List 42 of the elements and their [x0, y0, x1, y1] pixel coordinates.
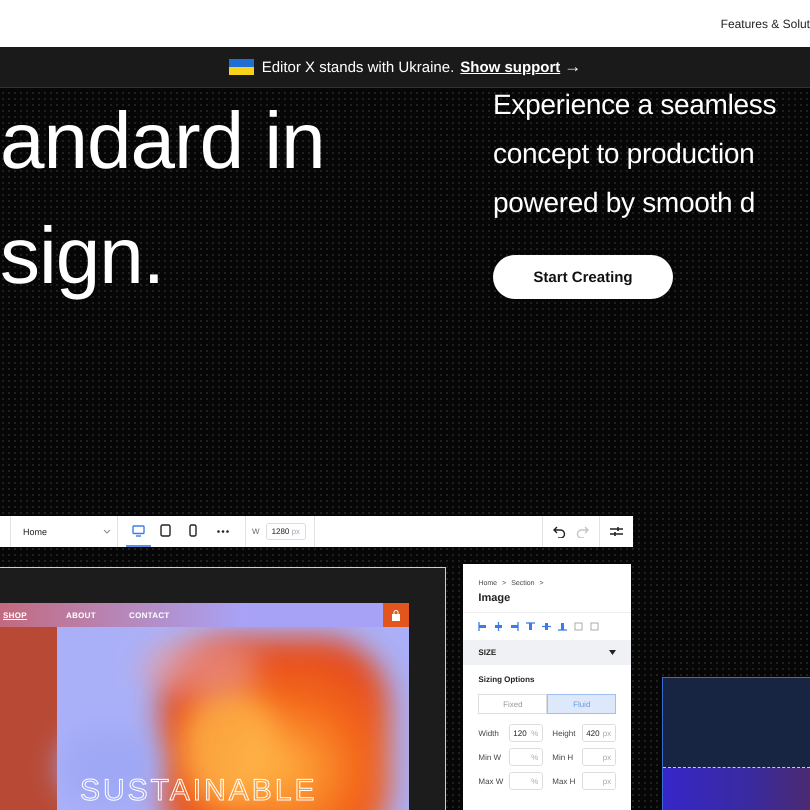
settings-icon[interactable]: [610, 526, 623, 537]
align-icon[interactable]: [542, 622, 552, 631]
monitor-icon: [132, 524, 145, 536]
nav-link[interactable]: Features & Solut: [720, 16, 810, 30]
align-icon[interactable]: [494, 622, 504, 631]
tablet-icon: [160, 524, 171, 537]
section-label: Sizing Options: [478, 675, 536, 684]
page-dropdown[interactable]: Home: [11, 516, 118, 547]
section-header[interactable]: SIZE: [463, 640, 632, 665]
panel-title: Image: [463, 587, 632, 613]
align-icon[interactable]: [526, 622, 536, 631]
hero-text: concept to production: [493, 137, 754, 171]
size-field[interactable]: 420 px: [582, 724, 616, 742]
more-icon[interactable]: [217, 530, 229, 533]
caret-icon: [609, 650, 616, 655]
undo-icon[interactable]: [553, 526, 566, 538]
cart-button[interactable]: [383, 603, 409, 627]
chevron-icon: [103, 529, 111, 534]
align-icon[interactable]: [558, 622, 568, 631]
support-link[interactable]: Show support: [460, 58, 560, 76]
phone-icon: [188, 524, 196, 537]
hero-heading: sign.: [0, 210, 165, 302]
field-label: Min W: [478, 752, 502, 762]
flag-icon: [228, 59, 254, 75]
field-label: Max W: [478, 776, 504, 786]
field-label: Width: [478, 728, 499, 738]
align-icon[interactable]: [510, 622, 520, 631]
field-label: Height: [552, 728, 576, 738]
banner-text: Editor X stands with Ukraine.: [262, 58, 454, 76]
hero-heading: andard in: [0, 95, 326, 187]
width-label: W: [252, 527, 260, 536]
arrow-icon: →: [564, 57, 582, 77]
bag-icon: [391, 610, 401, 620]
hero-text: Experience a seamless: [493, 88, 776, 122]
field-label: Min H: [552, 752, 574, 762]
hero-text: powered by smooth d: [493, 186, 756, 220]
start-button[interactable]: Start Creating: [493, 255, 673, 299]
field-label: Max H: [552, 776, 576, 786]
size-field[interactable]: 120 %: [509, 724, 544, 742]
site-nav-link[interactable]: SHOP: [0, 610, 63, 620]
width-field[interactable]: 1280 px: [266, 523, 306, 540]
align-icon[interactable]: [478, 622, 488, 631]
